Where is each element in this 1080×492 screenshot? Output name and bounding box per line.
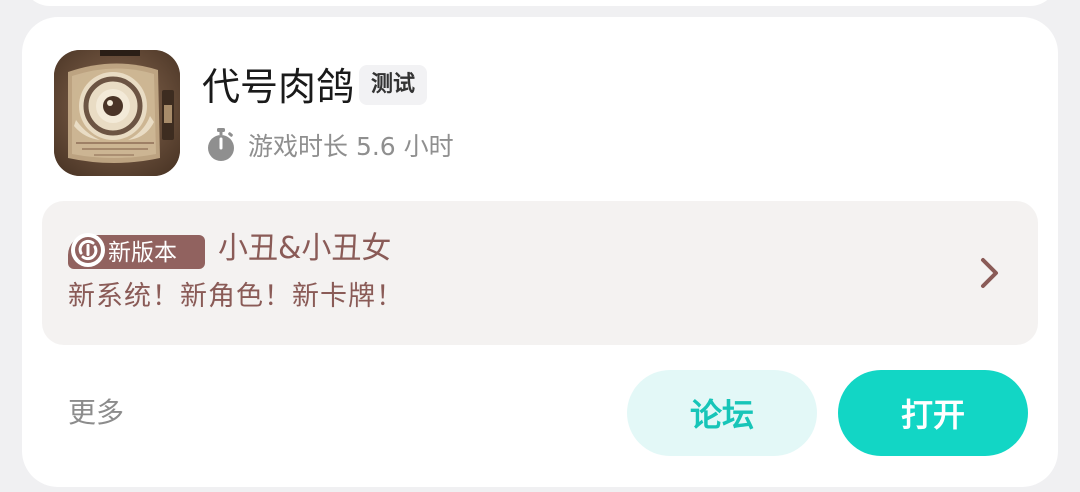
app-icon[interactable] (54, 50, 180, 176)
more-link[interactable]: 更多 (68, 393, 124, 433)
app-title: 代号肉鸽 (202, 65, 355, 109)
chevron-right-icon (981, 258, 998, 288)
open-button[interactable]: 打开 (838, 370, 1028, 456)
forum-button[interactable]: 论坛 (627, 370, 817, 456)
new-version-label: 新版本 (108, 240, 177, 266)
update-subtitle: 新系统！新角色！新卡牌！ (68, 281, 404, 312)
playtime-text: 游戏时长 5.6 小时 (248, 132, 454, 161)
version-refresh-icon (71, 233, 105, 267)
app-icon-image (54, 50, 180, 176)
previous-card-bottom (22, 0, 1058, 6)
new-version-badge: 新版本 (68, 233, 205, 269)
game-card: 代号肉鸽 测试 游戏时长 5.6 小时 新版本 小丑&小丑女 新系统！新角色！新… (22, 17, 1058, 487)
test-tag-badge: 测试 (359, 65, 428, 105)
playtime-row: 游戏时长 5.6 小时 (206, 125, 454, 165)
stopwatch-icon (208, 128, 234, 161)
update-banner[interactable]: 新版本 小丑&小丑女 新系统！新角色！新卡牌！ (42, 201, 1038, 345)
update-title: 小丑&小丑女 (218, 231, 392, 266)
